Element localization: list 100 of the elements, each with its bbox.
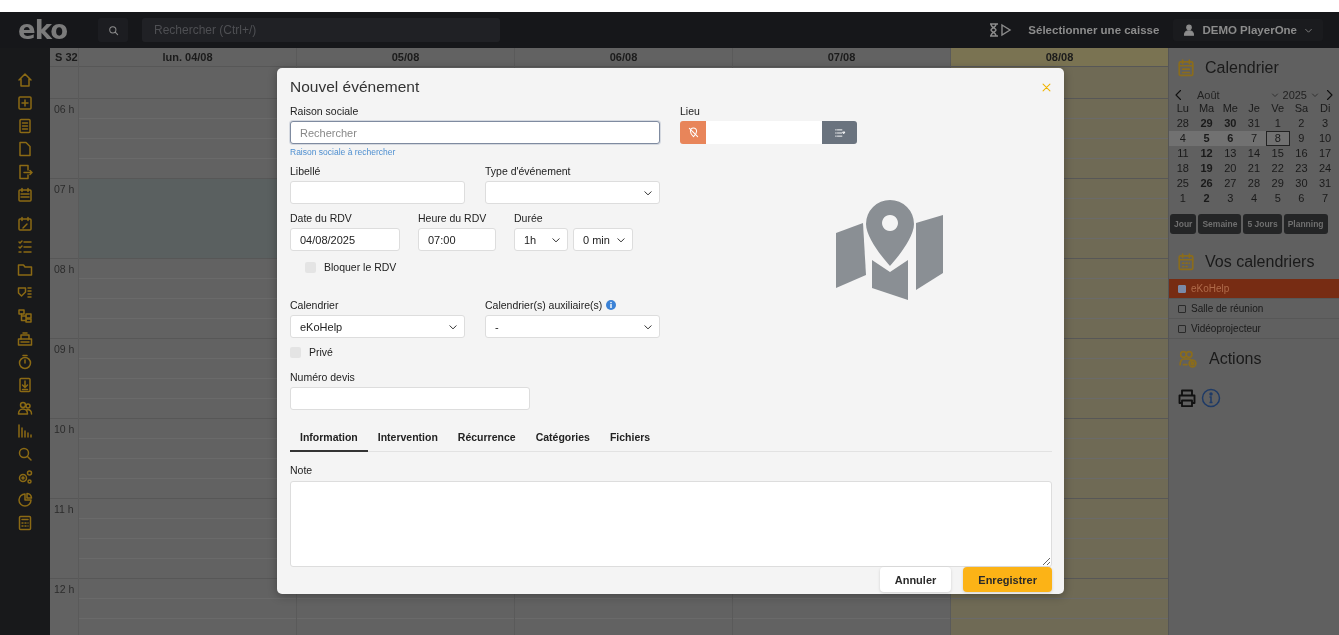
minutes-select[interactable]: 0 min — [573, 228, 633, 251]
calendar-date[interactable]: 10 — [1313, 131, 1337, 146]
view-button[interactable]: Planning — [1283, 214, 1328, 234]
search-button[interactable] — [98, 18, 128, 42]
home-icon[interactable] — [17, 72, 33, 88]
tag-list-icon[interactable] — [17, 285, 33, 301]
view-button[interactable]: 5 Jours — [1243, 214, 1282, 234]
text-field[interactable] — [290, 387, 530, 410]
calendar-date[interactable]: 19 — [1194, 161, 1219, 176]
calendar-date[interactable]: 7 — [1242, 131, 1266, 146]
calendar-date[interactable]: 18 — [1171, 161, 1195, 176]
checklist-icon[interactable] — [17, 239, 33, 255]
calendar-date[interactable]: 26 — [1194, 176, 1219, 191]
text-field[interactable] — [290, 181, 465, 204]
calendar-date[interactable]: 9 — [1289, 131, 1314, 146]
search-icon[interactable] — [17, 446, 33, 462]
calendar-date[interactable]: 7 — [1313, 191, 1337, 206]
calendar-date[interactable]: 27 — [1218, 176, 1243, 191]
bar-chart-icon[interactable] — [17, 423, 33, 439]
today-date[interactable]: 8 — [1265, 131, 1290, 146]
calendar-date[interactable]: 28 — [1171, 116, 1195, 131]
calendar-date[interactable]: 22 — [1265, 161, 1290, 176]
receipt-icon[interactable] — [17, 118, 33, 134]
calendar-date[interactable]: 31 — [1313, 176, 1337, 191]
calendar-date[interactable]: 29 — [1194, 116, 1219, 131]
calendar-date[interactable]: 16 — [1289, 146, 1314, 161]
calendar-date[interactable]: 14 — [1242, 146, 1266, 161]
tab[interactable]: Fichiers — [599, 424, 661, 452]
calendar-date[interactable]: 5 — [1265, 191, 1290, 206]
calendar-date[interactable]: 3 — [1313, 116, 1337, 131]
hourglass-play-icon[interactable] — [988, 23, 1013, 37]
calendar-date[interactable]: 13 — [1218, 146, 1243, 161]
year-select[interactable]: 2025 — [1282, 89, 1319, 101]
location-field[interactable] — [706, 121, 822, 144]
calendar-date[interactable]: 6 — [1289, 191, 1314, 206]
calendar-date[interactable]: 24 — [1313, 161, 1337, 176]
gears-icon[interactable] — [17, 469, 33, 485]
view-button[interactable]: Semaine — [1198, 214, 1242, 234]
note-field[interactable] — [290, 481, 1052, 567]
cancel-button[interactable]: Annuler — [879, 567, 952, 592]
calendar-item[interactable]: Vidéoprojecteur — [1169, 319, 1339, 339]
calendar-date[interactable]: 4 — [1171, 131, 1195, 146]
printer-icon[interactable] — [1177, 388, 1197, 408]
calendar-date[interactable]: 29 — [1265, 176, 1290, 191]
info-icon[interactable] — [1201, 388, 1221, 408]
calendar-date[interactable]: 12 — [1194, 146, 1219, 161]
folder-icon[interactable] — [17, 262, 33, 278]
calendar-date[interactable]: 23 — [1289, 161, 1314, 176]
calendar-date[interactable]: 1 — [1171, 191, 1195, 206]
date-field[interactable]: 04/08/2025 — [290, 228, 400, 251]
calendar-select[interactable]: - — [485, 315, 660, 338]
user-menu[interactable]: DEMO PlayerOne — [1173, 19, 1323, 41]
calendar-date[interactable]: 2 — [1194, 191, 1219, 206]
checkbox[interactable] — [1178, 324, 1186, 333]
calendar-item[interactable]: Salle de réunion — [1169, 299, 1339, 319]
calendar-edit-icon[interactable] — [17, 216, 33, 232]
calendar-date[interactable]: 25 — [1171, 176, 1195, 191]
sitemap-icon[interactable] — [17, 308, 33, 324]
file-export-icon[interactable] — [17, 164, 33, 180]
calendar-date[interactable]: 15 — [1265, 146, 1290, 161]
calendar-icon[interactable] — [17, 187, 33, 203]
file-download-icon[interactable] — [17, 377, 33, 393]
calendar-date[interactable]: 4 — [1242, 191, 1266, 206]
calculator-icon[interactable] — [17, 515, 33, 531]
calendar-date[interactable]: 3 — [1218, 191, 1243, 206]
calendar-select[interactable]: eKoHelp — [290, 315, 465, 338]
month-select[interactable]: Août — [1189, 89, 1279, 101]
stopwatch-icon[interactable] — [17, 354, 33, 370]
list-dropdown-button[interactable] — [822, 121, 857, 144]
calendar-date[interactable]: 5 — [1194, 131, 1219, 146]
pie-chart-icon[interactable] — [17, 492, 33, 508]
tab[interactable]: Intervention — [367, 424, 448, 452]
calendar-date[interactable]: 28 — [1242, 176, 1266, 191]
search-field[interactable]: Rechercher — [290, 121, 660, 144]
info-icon[interactable] — [606, 300, 617, 310]
tab[interactable]: Catégories — [525, 424, 600, 452]
cash-register-link[interactable]: Sélectionner une caisse — [1028, 24, 1160, 36]
tab[interactable]: Récurrence — [447, 424, 526, 452]
plus-square-icon[interactable] — [17, 95, 33, 111]
calendar-item[interactable]: eKoHelp — [1169, 279, 1339, 299]
calendar-date[interactable]: 1 — [1265, 116, 1290, 131]
calendar-date[interactable]: 21 — [1242, 161, 1266, 176]
calendar-date[interactable]: 2 — [1289, 116, 1314, 131]
hours-select[interactable]: 1h — [514, 228, 568, 251]
calendar-date[interactable]: 11 — [1171, 146, 1195, 161]
file-icon[interactable] — [17, 141, 33, 157]
users-icon[interactable] — [17, 400, 33, 416]
save-button[interactable]: Enregistrer — [963, 567, 1052, 592]
checkbox[interactable] — [1178, 304, 1186, 313]
calendar-date[interactable]: 20 — [1218, 161, 1243, 176]
register-icon[interactable] — [17, 331, 33, 347]
checkbox[interactable] — [1178, 284, 1186, 293]
calendar-date[interactable]: 30 — [1218, 116, 1243, 131]
calendar-date[interactable]: 6 — [1218, 131, 1243, 146]
calendar-date[interactable]: 31 — [1242, 116, 1266, 131]
location-toggle-button[interactable] — [680, 121, 706, 144]
tab[interactable]: Information — [290, 424, 368, 452]
calendar-date[interactable]: 17 — [1313, 146, 1337, 161]
view-button[interactable]: Jour — [1170, 214, 1197, 234]
calendar-date[interactable]: 30 — [1289, 176, 1314, 191]
